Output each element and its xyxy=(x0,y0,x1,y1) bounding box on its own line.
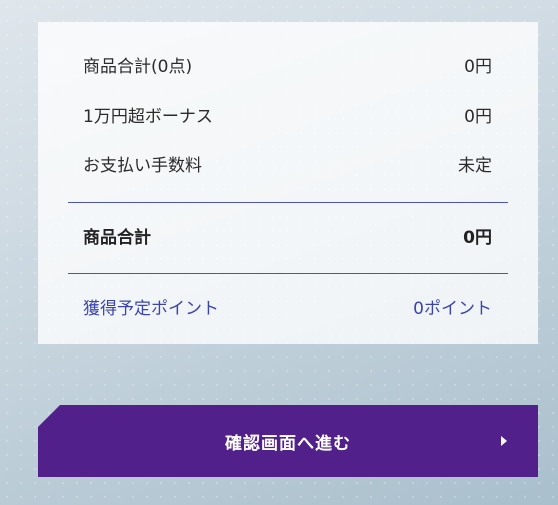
total-label: 商品合計 xyxy=(83,227,151,248)
total-value: 0円 xyxy=(463,227,492,248)
divider xyxy=(68,273,508,274)
fee-value: 未定 xyxy=(458,155,492,176)
arrow-right-icon xyxy=(501,436,507,446)
fee-label: お支払い手数料 xyxy=(83,155,202,176)
points-value: 0ポイント xyxy=(413,298,492,319)
order-summary-card: 商品合計(0点) 0円 1万円超ボーナス 0円 お支払い手数料 未定 商品合計 … xyxy=(38,22,538,344)
summary-row-points: 獲得予定ポイント 0ポイント xyxy=(83,294,492,319)
bonus-value: 0円 xyxy=(464,106,492,127)
summary-row-fee: お支払い手数料 未定 xyxy=(83,151,492,176)
points-label: 獲得予定ポイント xyxy=(83,298,219,319)
bonus-label: 1万円超ボーナス xyxy=(83,106,213,127)
divider xyxy=(68,202,508,203)
summary-row-total: 商品合計 0円 xyxy=(83,223,492,248)
subtotal-label: 商品合計(0点) xyxy=(83,56,193,77)
confirm-button-label: 確認画面へ進む xyxy=(225,434,351,454)
summary-row-subtotal: 商品合計(0点) 0円 xyxy=(83,52,492,77)
proceed-to-confirmation-button[interactable]: 確認画面へ進む xyxy=(38,405,538,477)
summary-row-bonus: 1万円超ボーナス 0円 xyxy=(83,102,492,127)
subtotal-value: 0円 xyxy=(464,56,492,77)
